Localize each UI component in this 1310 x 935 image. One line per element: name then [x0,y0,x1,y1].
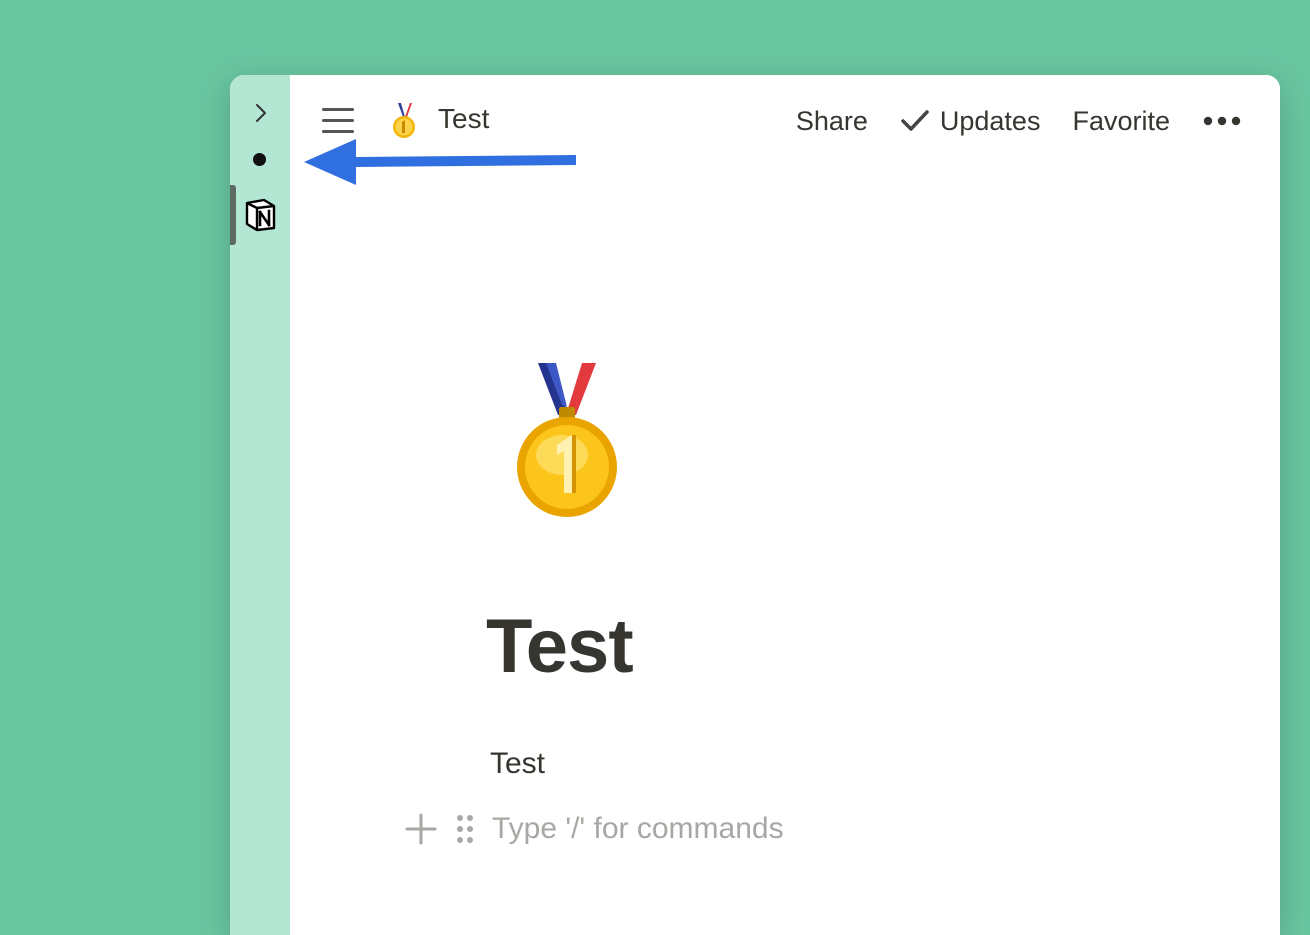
annotation-arrow [304,139,576,185]
notion-logo-icon[interactable] [242,197,278,233]
breadcrumb-title[interactable]: Test [438,103,489,135]
more-horizontal-icon[interactable] [1202,115,1242,127]
new-block-row [404,807,1012,851]
app-window: Test Share Updates Favorite Test Test Ty… [230,75,1280,935]
plus-icon[interactable] [404,812,438,846]
drag-handle-icon[interactable] [454,812,476,846]
text-block[interactable]: Test [490,747,545,781]
share-button[interactable]: Share [796,106,868,137]
chevron-right-icon[interactable] [250,101,272,125]
updates-label: Updates [939,105,1041,136]
toolbar-actions: Share Updates Favorite [796,103,1242,139]
medal-icon [393,103,415,138]
status-dot [253,153,266,166]
page-title[interactable]: Test [486,603,634,690]
active-indicator [230,185,236,245]
updates-button[interactable]: Updates [900,105,1041,137]
new-block-input[interactable] [492,812,1012,846]
collapsed-sidebar [230,75,290,935]
share-label: Share [795,105,868,136]
check-icon [901,110,929,131]
menu-icon[interactable] [320,105,356,135]
favorite-label: Favorite [1072,105,1170,136]
favorite-button[interactable]: Favorite [1072,106,1170,137]
page-medal-icon[interactable] [512,363,622,521]
page-area: Test Share Updates Favorite Test Test Ty… [290,75,1280,935]
